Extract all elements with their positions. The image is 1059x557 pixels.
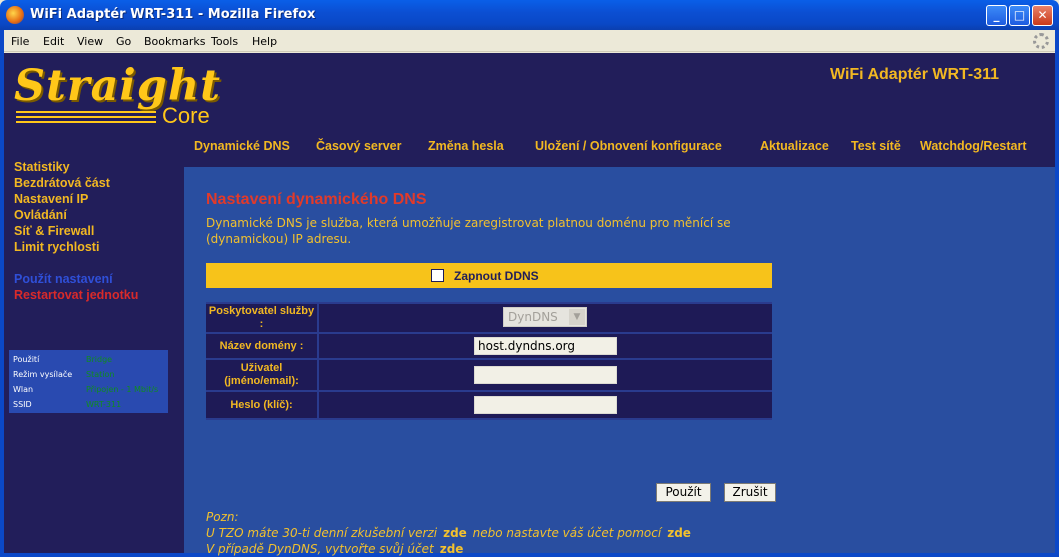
note-text: nebo nastavte váš účet pomocí <box>472 526 662 540</box>
table-row: Heslo (klíč): <box>206 392 772 418</box>
status-key: Použití <box>13 355 40 364</box>
status-key: Režim vysílače <box>13 370 73 379</box>
ddns-settings-table: Poskytovatel služby : DynDNS ▼ Název dom… <box>206 302 772 420</box>
nav-update[interactable]: Aktualizace <box>760 139 829 153</box>
dyndns-account-link[interactable]: zde <box>440 542 464 556</box>
sidebar-item-statistics[interactable]: Statistiky <box>14 160 70 174</box>
menu-edit[interactable]: Edit <box>43 35 64 48</box>
table-row: Poskytovatel služby : DynDNS ▼ <box>206 304 772 332</box>
note-label: Pozn: <box>206 510 239 524</box>
enable-ddns-label: Zapnout DDNS <box>454 269 539 283</box>
enable-ddns-bar: Zapnout DDNS <box>206 263 772 288</box>
domain-cell <box>321 334 772 358</box>
status-box: Použití Bridge Režim vysílače Station Wl… <box>9 350 168 413</box>
tzo-trial-link[interactable]: zde <box>443 526 467 540</box>
user-label: Uživatel (jméno/email): <box>206 360 319 390</box>
status-row: Použití Bridge <box>13 353 164 368</box>
menubar: File Edit View Go Bookmarks Tools Help <box>0 30 1059 52</box>
firefox-icon <box>6 6 24 24</box>
nav-watchdog-restart[interactable]: Watchdog/Restart <box>920 139 1027 153</box>
status-key: Wlan <box>13 385 34 394</box>
apply-button[interactable]: Použít <box>656 483 711 502</box>
provider-select[interactable]: DynDNS ▼ <box>503 307 587 327</box>
window-border-bottom <box>0 553 1059 557</box>
maximize-button[interactable]: □ <box>1009 5 1030 26</box>
note-line-1: U TZO máte 30-ti denní zkušební verzi zde… <box>206 526 691 540</box>
status-row: SSID WRT-311 <box>13 398 164 413</box>
apply-settings-link[interactable]: Použít nastavení <box>14 272 113 286</box>
password-cell <box>321 392 772 418</box>
status-value: WRT-311 <box>86 400 122 409</box>
menu-bookmarks[interactable]: Bookmarks <box>144 35 205 48</box>
provider-value: DynDNS <box>508 310 558 324</box>
provider-cell: DynDNS ▼ <box>321 304 772 332</box>
restart-unit-link[interactable]: Restartovat jednotku <box>14 288 138 302</box>
minimize-button[interactable]: _ <box>986 5 1007 26</box>
close-button[interactable]: ✕ <box>1032 5 1053 26</box>
nav-network-test[interactable]: Test sítě <box>851 139 901 153</box>
logo: Straight Core <box>14 61 220 133</box>
note-text: U TZO máte 30-ti denní zkušební verzi <box>206 526 438 540</box>
sidebar-item-network-firewall[interactable]: Síť & Firewall <box>14 224 94 238</box>
menu-go[interactable]: Go <box>116 35 131 48</box>
page-title: Nastavení dynamického DNS <box>206 191 427 208</box>
status-row: Wlan Připojen - 1 Mbit/s <box>13 383 164 398</box>
nav-change-password[interactable]: Změna hesla <box>428 139 504 153</box>
menu-tools[interactable]: Tools <box>211 35 238 48</box>
logo-lines <box>16 111 156 126</box>
provider-label: Poskytovatel služby : <box>206 304 319 332</box>
window-title: WiFi Adaptér WRT-311 - Mozilla Firefox <box>30 7 316 22</box>
sidebar-item-ip-settings[interactable]: Nastavení IP <box>14 192 88 206</box>
sidebar-item-control[interactable]: Ovládání <box>14 208 67 222</box>
menu-file[interactable]: File <box>11 35 29 48</box>
table-row: Název domény : <box>206 334 772 358</box>
status-value: Bridge <box>86 355 113 364</box>
chevron-down-icon: ▼ <box>569 309 585 325</box>
logo-sub: Core <box>162 103 210 128</box>
status-value: Station <box>86 370 115 379</box>
status-value: Připojen - 1 Mbit/s <box>86 385 159 394</box>
window-border-right <box>1055 30 1059 557</box>
sidebar-item-wireless[interactable]: Bezdrátová část <box>14 176 110 190</box>
window-titlebar[interactable]: WiFi Adaptér WRT-311 - Mozilla Firefox _… <box>0 0 1059 30</box>
menu-view[interactable]: View <box>77 35 103 48</box>
user-input[interactable] <box>474 366 617 384</box>
status-row: Režim vysílače Station <box>13 368 164 383</box>
sidebar-item-speed-limit[interactable]: Limit rychlosti <box>14 240 99 254</box>
enable-ddns-checkbox[interactable] <box>431 269 444 282</box>
page-frame: Straight Core WiFi Adaptér WRT-311 Dynam… <box>4 53 1055 556</box>
status-key: SSID <box>13 400 32 409</box>
nav-backup-restore[interactable]: Uložení / Obnovení konfigurace <box>535 139 722 153</box>
content-panel: Nastavení dynamického DNS Dynamické DNS … <box>184 167 1055 556</box>
cancel-button[interactable]: Zrušit <box>724 483 776 502</box>
password-input[interactable] <box>474 396 617 414</box>
tzo-account-link[interactable]: zde <box>667 526 691 540</box>
menu-help[interactable]: Help <box>252 35 277 48</box>
nav-time-server[interactable]: Časový server <box>316 139 401 153</box>
table-row: Uživatel (jméno/email): <box>206 360 772 390</box>
password-label: Heslo (klíč): <box>206 392 319 418</box>
note-text: V případě DynDNS, vytvořte svůj účet <box>206 542 434 556</box>
product-title: WiFi Adaptér WRT-311 <box>830 66 1000 83</box>
page-description: Dynamické DNS je služba, která umožňuje … <box>206 216 731 246</box>
nav-dynamic-dns[interactable]: Dynamické DNS <box>194 139 290 153</box>
user-cell <box>321 360 772 390</box>
throbber-icon <box>1033 33 1049 49</box>
domain-input[interactable] <box>474 337 617 355</box>
note-line-2: V případě DynDNS, vytvořte svůj účet zde <box>206 542 463 556</box>
domain-label: Název domény : <box>206 334 319 358</box>
